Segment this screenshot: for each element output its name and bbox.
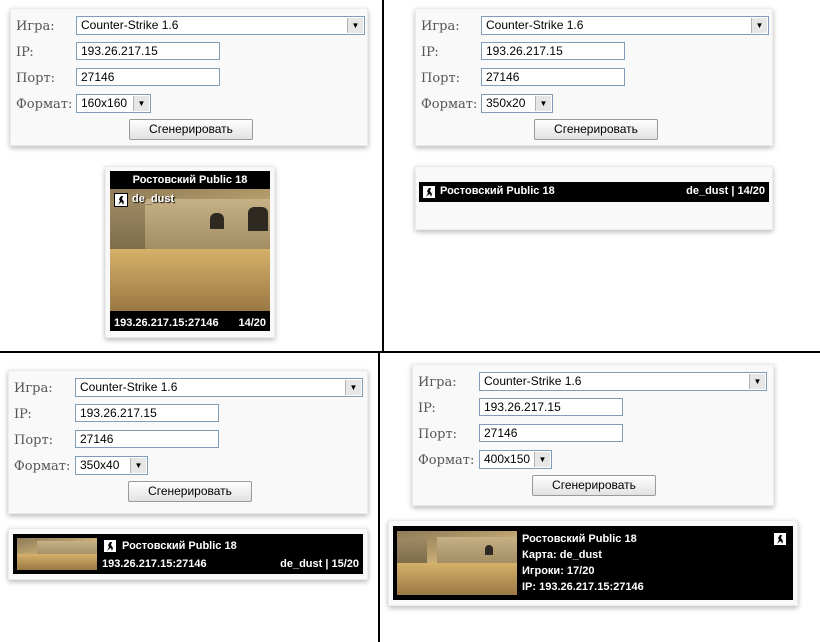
generator-form-1: Игра: Counter-Strike 1.6 ▼ IP: 193.26.21… [10, 8, 368, 146]
counter-strike-icon [422, 185, 436, 199]
port-label: Порт: [421, 71, 461, 86]
chevron-down-icon[interactable]: ▼ [345, 380, 361, 395]
vertical-divider-top [382, 0, 384, 353]
ip-label: IP: [421, 45, 439, 60]
game-select-value: Counter-Strike 1.6 [80, 380, 178, 394]
game-select-value: Counter-Strike 1.6 [486, 18, 584, 32]
format-label: Формат: [14, 459, 71, 474]
port-field[interactable]: 27146 [75, 430, 219, 448]
game-label: Игра: [16, 19, 55, 34]
generator-form-4: Игра: Counter-Strike 1.6 ▼ IP: 193.26.21… [412, 364, 774, 506]
format-select-value: 160x160 [81, 96, 128, 110]
format-label: Формат: [418, 453, 475, 468]
format-label: Формат: [421, 97, 478, 112]
ip-field[interactable]: 193.26.217.15 [481, 42, 625, 60]
banner-160x160[interactable]: Ростовский Public 18 de_dust 193.26.217.… [110, 171, 270, 331]
game-label: Игра: [418, 375, 457, 390]
ip-field[interactable]: 193.26.217.15 [75, 404, 219, 422]
generator-form-2: Игра: Counter-Strike 1.6 ▼ IP: 193.26.21… [415, 8, 773, 146]
ip-label: IP: [16, 45, 34, 60]
banner-ip: IP: 193.26.217.15:27146 [522, 581, 644, 593]
chevron-down-icon[interactable]: ▼ [130, 458, 146, 473]
chevron-down-icon[interactable]: ▼ [534, 452, 550, 467]
banner-server-name: Ростовский Public 18 [122, 540, 237, 552]
port-field[interactable]: 27146 [481, 68, 625, 86]
game-label: Игра: [14, 381, 53, 396]
chevron-down-icon[interactable]: ▼ [133, 96, 149, 111]
format-label: Формат: [16, 97, 73, 112]
banner-players: 14/20 [238, 317, 266, 329]
banner-350x40[interactable]: Ростовский Public 18 193.26.217.15:27146… [13, 534, 363, 574]
banner-350x20-container: Ростовский Public 18 de_dust | 14/20 [415, 166, 773, 230]
banner-350x20[interactable]: Ростовский Public 18 de_dust | 14/20 [419, 182, 769, 202]
generate-button[interactable]: Сгенерировать [532, 475, 656, 496]
counter-strike-icon [773, 532, 787, 546]
format-select[interactable]: 350x40 ▼ [75, 456, 148, 475]
chevron-down-icon[interactable]: ▼ [535, 96, 551, 111]
banner-map-players: de_dust | 14/20 [686, 185, 765, 197]
banner-160x160-container: Ростовский Public 18 de_dust 193.26.217.… [105, 166, 275, 338]
counter-strike-icon [114, 193, 128, 207]
banner-map: Карта: de_dust [522, 549, 602, 561]
port-label: Порт: [418, 427, 458, 442]
banner-350x40-container: Ростовский Public 18 193.26.217.15:27146… [8, 528, 368, 580]
banner-server-name: Ростовский Public 18 [440, 185, 555, 197]
banner-400x150-container: Ростовский Public 18 Карта: de_dust Игро… [388, 520, 798, 606]
format-select-value: 350x40 [80, 458, 120, 472]
format-select[interactable]: 400x150 ▼ [479, 450, 552, 469]
map-preview-image [17, 538, 97, 570]
map-preview-image: de_dust [110, 189, 270, 311]
game-select[interactable]: Counter-Strike 1.6 ▼ [481, 16, 769, 35]
generate-button[interactable]: Сгенерировать [128, 481, 252, 502]
game-select[interactable]: Counter-Strike 1.6 ▼ [76, 16, 365, 35]
port-label: Порт: [16, 71, 56, 86]
vertical-divider-bottom [378, 353, 380, 642]
banner-map-name: de_dust [132, 193, 175, 205]
chevron-down-icon[interactable]: ▼ [749, 374, 765, 389]
ip-field[interactable]: 193.26.217.15 [479, 398, 623, 416]
counter-strike-icon [103, 539, 117, 553]
banner-address: 193.26.217.15:27146 [102, 558, 207, 570]
banner-map-players: de_dust | 15/20 [280, 558, 359, 570]
game-select-value: Counter-Strike 1.6 [81, 18, 179, 32]
generator-form-3: Игра: Counter-Strike 1.6 ▼ IP: 193.26.21… [8, 370, 368, 514]
game-label: Игра: [421, 19, 460, 34]
ip-label: IP: [418, 401, 436, 416]
generate-button[interactable]: Сгенерировать [534, 119, 658, 140]
format-select-value: 350x20 [486, 96, 526, 110]
format-select[interactable]: 350x20 ▼ [481, 94, 553, 113]
ip-field[interactable]: 193.26.217.15 [76, 42, 220, 60]
map-preview-image [397, 531, 517, 595]
banner-address: 193.26.217.15:27146 [114, 317, 219, 329]
generate-button[interactable]: Сгенерировать [129, 119, 253, 140]
port-field[interactable]: 27146 [76, 68, 220, 86]
banner-players: Игроки: 17/20 [522, 565, 595, 577]
horizontal-divider [0, 351, 820, 353]
chevron-down-icon[interactable]: ▼ [751, 18, 767, 33]
banner-server-name: Ростовский Public 18 [522, 533, 637, 545]
chevron-down-icon[interactable]: ▼ [347, 18, 363, 33]
ip-label: IP: [14, 407, 32, 422]
banner-400x150[interactable]: Ростовский Public 18 Карта: de_dust Игро… [393, 526, 793, 600]
port-field[interactable]: 27146 [479, 424, 623, 442]
port-label: Порт: [14, 433, 54, 448]
banner-server-name: Ростовский Public 18 [132, 174, 248, 186]
format-select[interactable]: 160x160 ▼ [76, 94, 151, 113]
game-select[interactable]: Counter-Strike 1.6 ▼ [479, 372, 767, 391]
game-select-value: Counter-Strike 1.6 [484, 374, 582, 388]
format-select-value: 400x150 [484, 452, 531, 466]
game-select[interactable]: Counter-Strike 1.6 ▼ [75, 378, 363, 397]
